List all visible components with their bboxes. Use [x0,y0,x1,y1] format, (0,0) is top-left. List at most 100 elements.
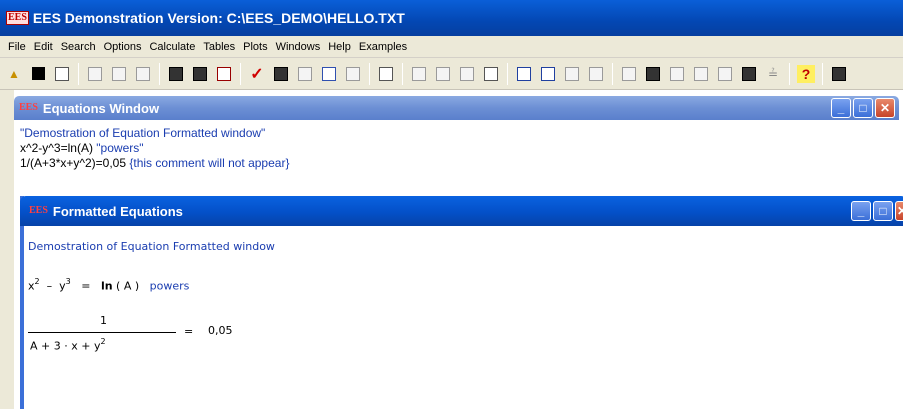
close-button[interactable]: ✕ [895,201,903,221]
numerator: 1 [100,314,107,327]
toolbar-separator [369,62,370,85]
save-icon[interactable] [29,65,47,83]
array-table-icon[interactable] [644,65,662,83]
table-icon[interactable] [344,65,362,83]
close-button[interactable]: ✕ [875,98,895,118]
maximize-button[interactable]: □ [873,201,893,221]
help-icon[interactable]: ? [797,64,815,83]
formatted-window-title-bar[interactable]: EES Formatted Equations _ □ ✕ [20,196,903,226]
menu-edit[interactable]: Edit [30,41,57,53]
results-icon[interactable] [587,65,605,83]
formatted-equation-2: 1 A + 3 · x + y2 = 0,05 [28,314,288,364]
result-value: 0,05 [208,324,233,337]
unit-icon[interactable] [215,65,233,83]
menu-windows[interactable]: Windows [272,41,325,53]
diagram-icon[interactable] [716,65,734,83]
plot-icon[interactable] [296,65,314,83]
find-icon[interactable] [86,65,104,83]
toolbar-separator [789,62,790,85]
maximize-button[interactable]: □ [853,98,873,118]
toolbar-separator [78,62,79,85]
menu-calculate[interactable]: Calculate [145,41,199,53]
function-ln: ln [100,279,113,293]
print-icon[interactable] [53,65,71,83]
formatted-heading: Demostration of Equation Formatted windo… [28,240,275,253]
operator-minus: – [46,279,53,293]
function-argument: ( A ) [116,279,140,293]
toolbar: ▲ ✓ ≟ ? [0,58,903,90]
var-y: y [59,279,66,293]
toolbar-separator [240,62,241,85]
equations-icon[interactable] [167,65,185,83]
toolbar-separator [507,62,508,85]
equation-code: x^2-y^3=ln(A) [20,141,97,155]
formatted-comment: powers [149,279,190,293]
toolbar-separator [159,62,160,85]
toolbar-separator [612,62,613,85]
menu-plots[interactable]: Plots [239,41,271,53]
equation-line: x^2-y^3=ln(A) "powers" [20,141,289,156]
diagram-icon[interactable]: ≟ [764,65,782,83]
window-controls: _ □ ✕ [851,201,903,221]
minimize-button[interactable]: _ [831,98,851,118]
check-icon[interactable] [134,65,152,83]
equation-line: 1/(A+3*x+y^2)=0,05 {this comment will no… [20,156,289,171]
equation-line: "Demostration of Equation Formatted wind… [20,126,289,141]
menu-search[interactable]: Search [57,41,100,53]
equations-window[interactable]: EES Equations Window _ □ ✕ "Demostration… [14,96,903,196]
xy-icon[interactable] [515,65,533,83]
replace-icon[interactable] [110,65,128,83]
fraction-bar [28,332,176,333]
formatted-equations-window[interactable]: EES Formatted Equations _ □ ✕ Demostrati… [20,196,903,409]
equations-window-title: Equations Window [42,100,160,116]
lookup-table-icon[interactable] [377,65,395,83]
menu-tables[interactable]: Tables [199,41,239,53]
window-controls: _ □ ✕ [831,98,895,118]
operator-equals: = [184,325,194,338]
parametric-icon[interactable] [272,65,290,83]
exponent: 2 [100,337,106,346]
var-x: x [28,279,35,293]
diagram-icon[interactable] [668,65,686,83]
app-title: EES Demonstration Version: C:\EES_DEMO\H… [32,10,405,26]
exponent: 2 [34,277,40,286]
ees-logo-icon: EES [6,11,29,25]
menu-examples[interactable]: Examples [355,41,411,53]
app-title-bar: EES EES Demonstration Version: C:\EES_DE… [0,0,903,36]
plot-window-icon[interactable] [482,65,500,83]
solution-icon[interactable] [539,65,557,83]
formatted-window-title: Formatted Equations [52,203,183,219]
calculator-icon[interactable] [830,65,848,83]
equations-editor[interactable]: "Demostration of Equation Formatted wind… [20,126,289,171]
menu-file[interactable]: File [4,41,30,53]
formatted-icon[interactable] [191,65,209,83]
open-icon[interactable]: ▲ [5,65,23,83]
ees-logo-icon: EES [19,102,38,113]
plot-window-icon[interactable] [458,65,476,83]
denominator-text: A + 3 · x + y [30,339,101,353]
equation-comment: "Demostration of Equation Formatted wind… [20,126,266,140]
ees-logo-icon: EES [29,205,48,216]
residuals-icon[interactable] [563,65,581,83]
array-table-icon[interactable] [620,65,638,83]
denominator: A + 3 · x + y2 [30,337,106,353]
diagram-icon[interactable] [740,65,758,83]
mdi-left-border [0,90,14,409]
menu-options[interactable]: Options [100,41,146,53]
exponent: 3 [65,277,71,286]
plot-window-icon[interactable] [434,65,452,83]
formatted-equation-1: x2 – y3 = ln ( A ) powers [28,277,190,293]
equations-window-title-bar[interactable]: EES Equations Window _ □ ✕ [14,96,899,120]
menu-help[interactable]: Help [324,41,355,53]
equation-comment: "powers" [96,141,144,155]
menu-bar: File Edit Search Options Calculate Table… [0,36,903,58]
operator-equals: = [81,279,91,293]
plot-window-icon[interactable] [410,65,428,83]
graph-icon[interactable] [320,65,338,83]
diagram-icon[interactable] [692,65,710,83]
equation-code: 1/(A+3*x+y^2)=0,05 [20,156,130,170]
equation-comment: {this comment will not appear} [129,156,290,170]
toolbar-separator [822,62,823,85]
minimize-button[interactable]: _ [851,201,871,221]
solve-check-icon[interactable]: ✓ [248,65,266,83]
